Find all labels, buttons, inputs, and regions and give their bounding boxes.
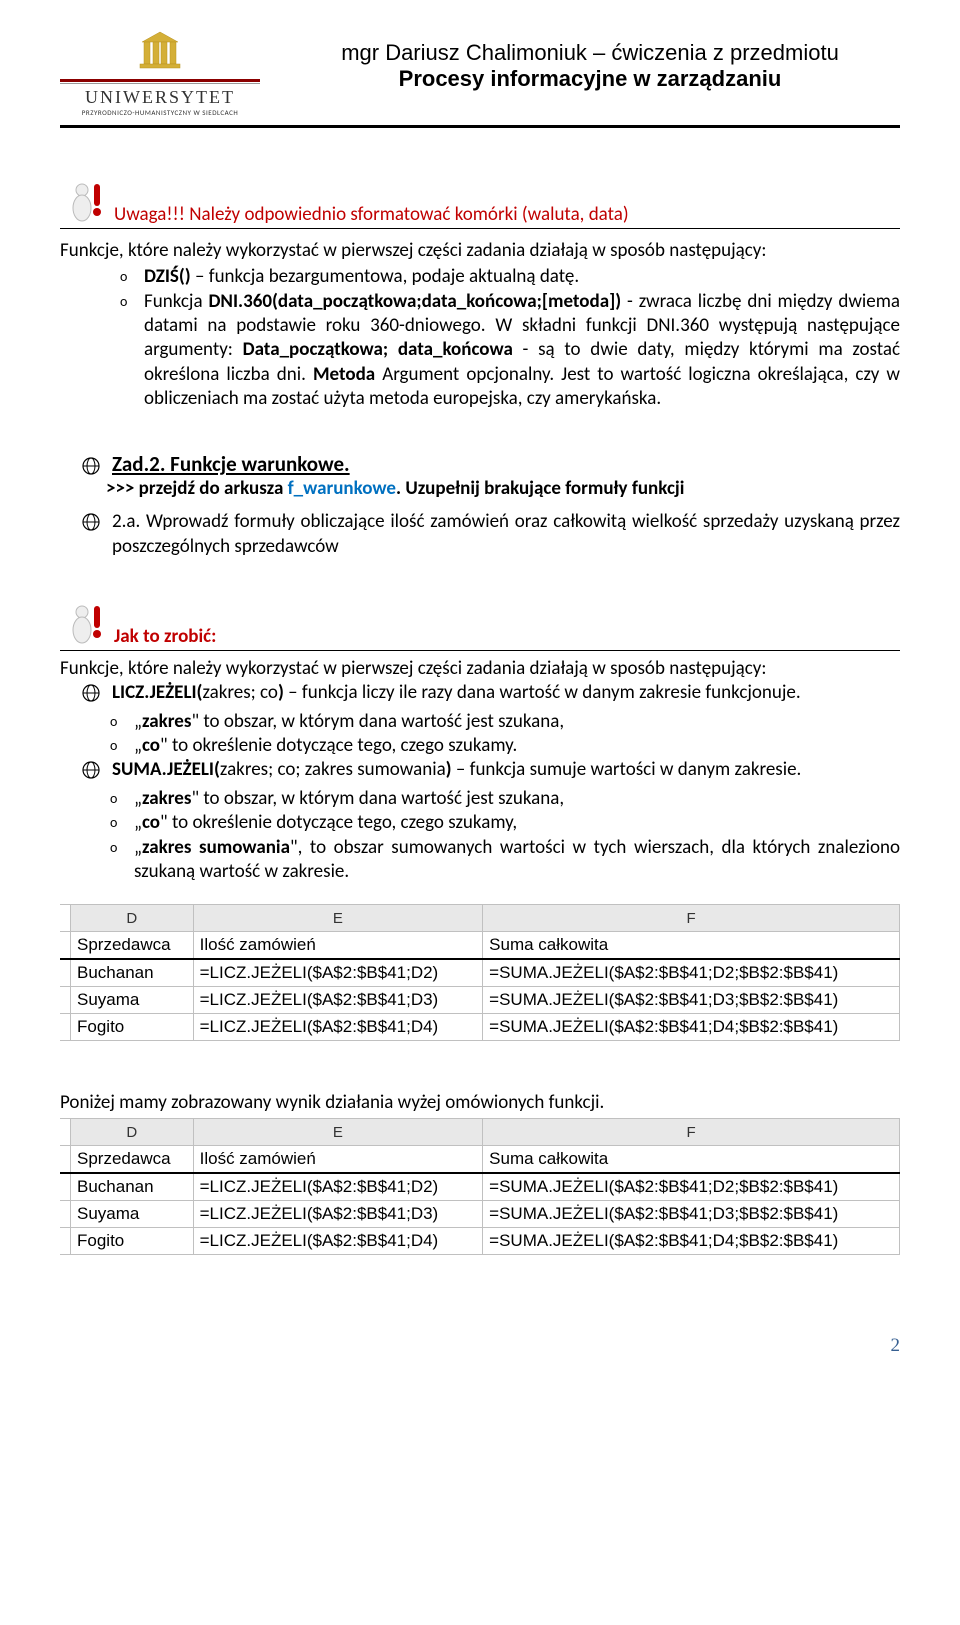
table-row: Suyama =LICZ.JEŻELI($A$2:$B$41;D3) =SUMA… — [60, 987, 900, 1014]
section-2-instruction: >>> przejdź do arkusza f_warunkowe. Uzup… — [106, 477, 900, 500]
func-dni360-item: o Funkcja DNI.360(data_początkowa;data_k… — [120, 290, 900, 412]
globe-icon — [82, 684, 100, 702]
result-note: Poniżej mamy zobrazowany wynik działania… — [60, 1091, 900, 1114]
col-letter: D — [71, 1119, 194, 1146]
university-name: UNIWERSYTET — [60, 87, 260, 108]
col-letter: E — [193, 1119, 483, 1146]
header-course-title: Procesy informacyjne w zarządzaniu — [280, 66, 900, 92]
header-author-line: mgr Dariusz Chalimoniuk – ćwiczenia z pr… — [280, 40, 900, 66]
warning-callout: Uwaga!!! Należy odpowiednio sformatować … — [60, 178, 900, 229]
table-header: Sprzedawca — [71, 932, 194, 960]
globe-icon — [82, 457, 100, 475]
warning-text: Uwaga!!! Należy odpowiednio sformatować … — [114, 203, 629, 226]
university-logo-block: UNIWERSYTET PRZYRODNICZO-HUMANISTYCZNY W… — [60, 30, 260, 117]
warning-figure-icon — [60, 600, 108, 648]
table-header: Suma całkowita — [483, 1146, 900, 1174]
col-letter: F — [483, 1119, 900, 1146]
table-row: Fogito =LICZ.JEŻELI($A$2:$B$41;D4) =SUMA… — [60, 1228, 900, 1255]
func-sumajezeli-item: SUMA.JEŻELI(zakres; co; zakres sumowania… — [112, 758, 801, 783]
col-letter: D — [71, 905, 194, 932]
sumajezeli-arg-co: o „co" to określenie dotyczące tego, cze… — [110, 811, 900, 835]
task-2a-text: 2.a. Wprowadź formuły obliczające ilość … — [112, 510, 900, 559]
table-row: Buchanan =LICZ.JEŻELI($A$2:$B$41;D2) =SU… — [60, 1173, 900, 1201]
table-header: Ilość zamówień — [193, 932, 483, 960]
page-number: 2 — [60, 1335, 900, 1357]
document-header: UNIWERSYTET PRZYRODNICZO-HUMANISTYCZNY W… — [60, 30, 900, 128]
globe-icon — [82, 513, 100, 531]
liczjezeli-arg-zakres: o „zakres" to obszar, w którym dana wart… — [110, 710, 900, 734]
formula-table-1: D E F Sprzedawca Ilość zamówień Suma cał… — [60, 904, 900, 1041]
table-header: Sprzedawca — [71, 1146, 194, 1174]
table-header: Ilość zamówień — [193, 1146, 483, 1174]
func-dni360-name: DNI.360(data_początkowa;data_końcowa;[me… — [208, 290, 621, 313]
table-header: Suma całkowita — [483, 932, 900, 960]
globe-icon — [82, 761, 100, 779]
sumajezeli-arg-zakres-sum: o „zakres sumowania", to obszar sumowany… — [110, 836, 900, 885]
table-row: Suyama =LICZ.JEŻELI($A$2:$B$41;D3) =SUMA… — [60, 1201, 900, 1228]
func-dzis-name: DZIŚ() — [144, 265, 191, 288]
university-subtitle: PRZYRODNICZO-HUMANISTYCZNY W SIEDLCACH — [60, 108, 260, 117]
col-letter: F — [483, 905, 900, 932]
section-2-title: Zad.2. Funkcje warunkowe. — [112, 451, 350, 477]
intro-paragraph: Funkcje, które należy wykorzystać w pier… — [60, 239, 900, 263]
col-letter: E — [193, 905, 483, 932]
liczjezeli-arg-co: o „co" to określenie dotyczące tego, cze… — [110, 734, 900, 758]
university-logo-icon — [130, 30, 190, 70]
func-dzis-item: o DZIŚ() – funkcja bezargumentowa, podaj… — [120, 265, 900, 289]
howto-callout: Jak to zrobić: — [60, 600, 900, 651]
formula-table-2: D E F Sprzedawca Ilość zamówień Suma cał… — [60, 1118, 900, 1255]
func-liczjezeli-item: LICZ.JEŻELI(zakres; co) – funkcja liczy … — [112, 681, 801, 706]
sumajezeli-arg-zakres: o „zakres" to obszar, w którym dana wart… — [110, 787, 900, 811]
howto-label: Jak to zrobić: — [114, 625, 216, 648]
table-row: Fogito =LICZ.JEŻELI($A$2:$B$41;D4) =SUMA… — [60, 1014, 900, 1041]
howto-intro: Funkcje, które należy wykorzystać w pier… — [60, 657, 900, 681]
table-row: Buchanan =LICZ.JEŻELI($A$2:$B$41;D2) =SU… — [60, 959, 900, 987]
warning-figure-icon — [60, 178, 108, 226]
